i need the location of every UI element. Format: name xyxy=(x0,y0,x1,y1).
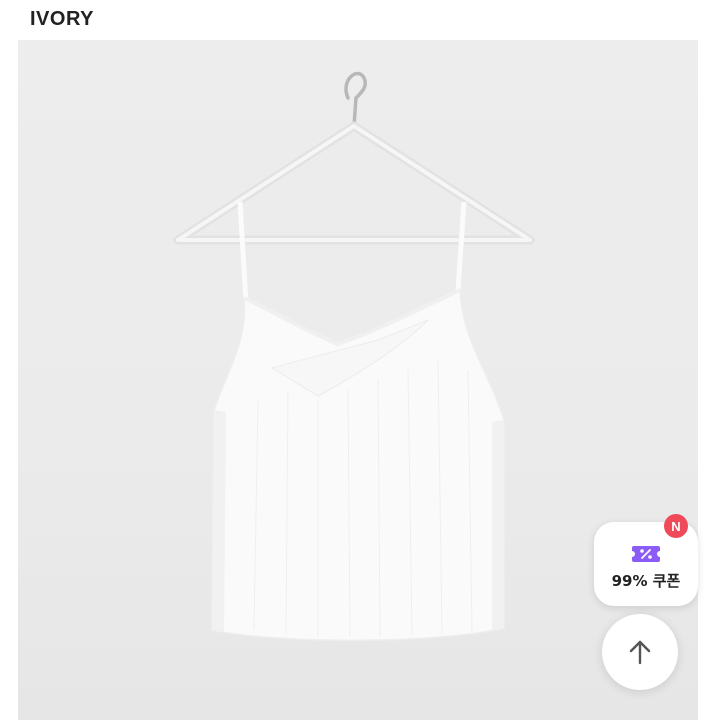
product-photo xyxy=(18,40,698,720)
new-badge: N xyxy=(664,514,688,538)
scroll-to-top-button[interactable] xyxy=(602,614,678,690)
camisole-on-hanger-image xyxy=(173,71,535,641)
color-option-label: IVORY xyxy=(30,8,94,30)
coupon-ticket-icon xyxy=(632,545,660,562)
arrow-up-icon xyxy=(629,640,651,665)
coupon-label: 99% 쿠폰 xyxy=(611,571,681,590)
